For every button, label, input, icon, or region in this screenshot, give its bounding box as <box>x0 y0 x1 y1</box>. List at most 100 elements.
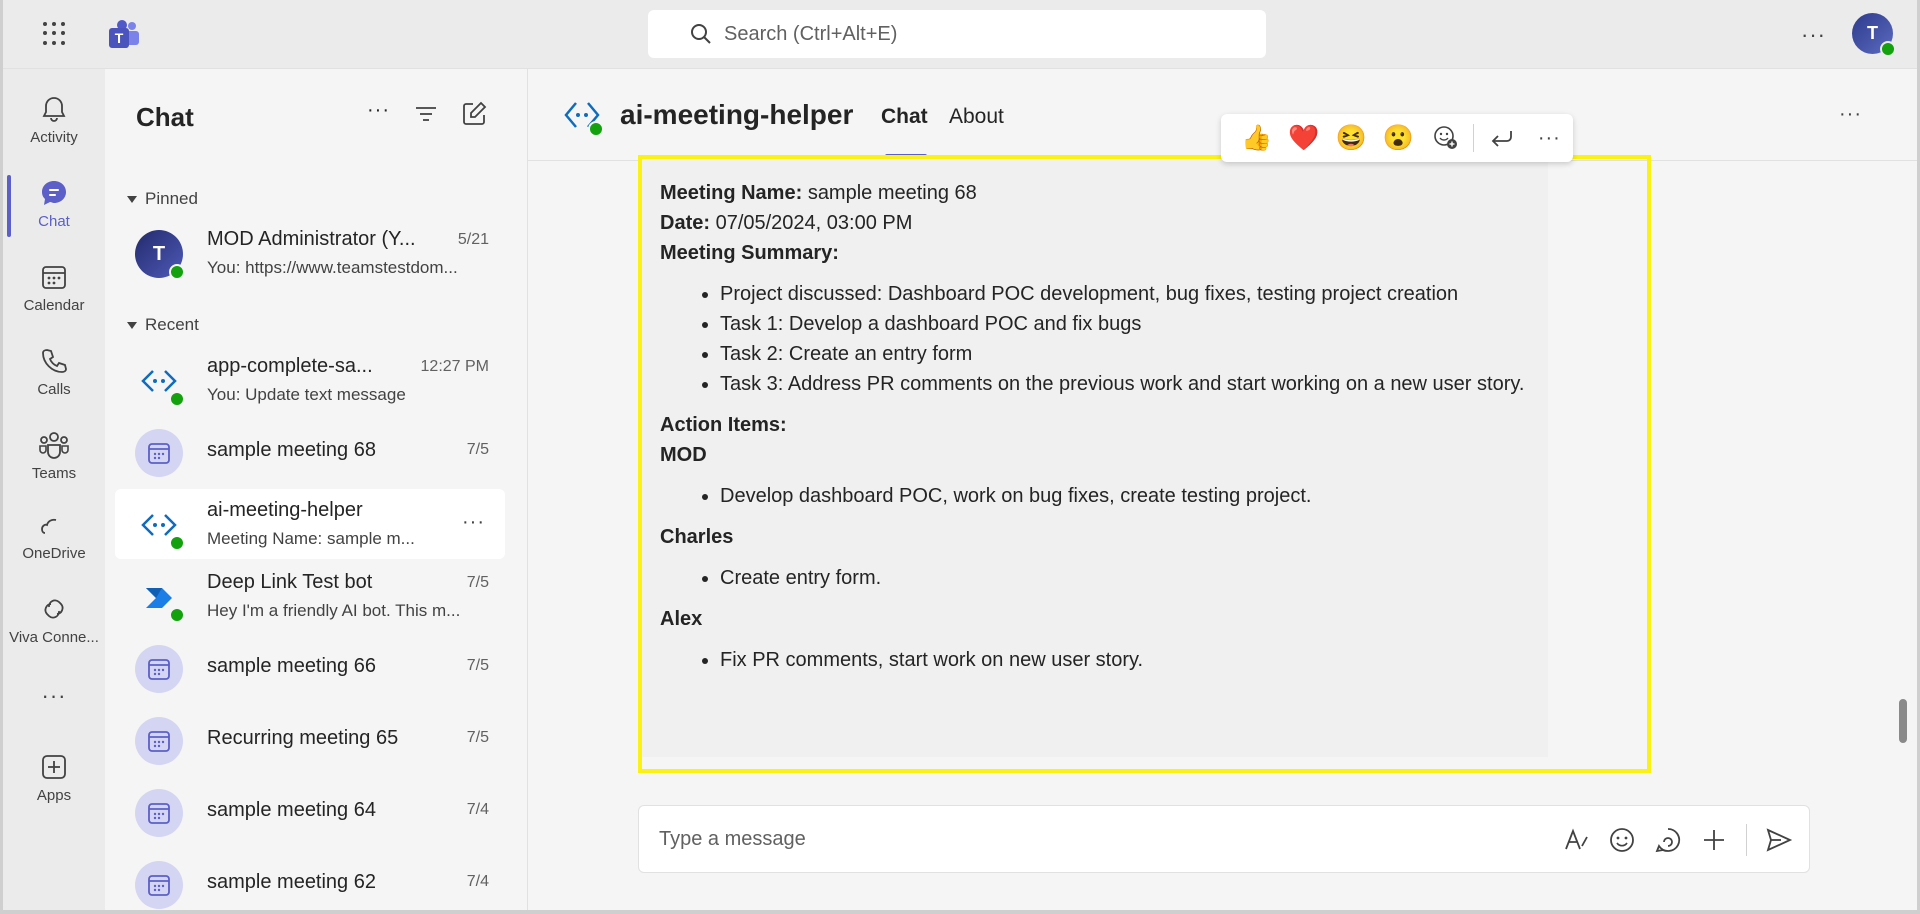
rail-viva-connections[interactable]: Viva Conne... <box>3 581 105 661</box>
chat-item-time: 5/21 <box>457 231 489 248</box>
presence-available-icon <box>588 121 604 137</box>
rail-teams[interactable]: Teams <box>3 417 105 497</box>
chat-item-recurring-meeting-65[interactable]: Recurring meeting 65 7/5 <box>115 705 505 775</box>
meeting-name-value: sample meeting 68 <box>807 182 977 204</box>
chat-item-mod-administrator[interactable]: T MOD Administrator (Y... 5/21 You: http… <box>115 218 505 288</box>
rail-more-apps[interactable]: ··· <box>3 669 105 749</box>
filter-icon[interactable] <box>415 104 437 124</box>
rail-chat[interactable]: Chat <box>3 165 105 245</box>
chat-item-preview: You: Update text message <box>207 385 406 404</box>
rail-label: Viva Conne... <box>9 629 99 646</box>
chat-item-name: ai-meeting-helper <box>207 499 363 521</box>
like-reaction-icon[interactable]: 👍 <box>1233 114 1280 162</box>
avatar <box>135 573 185 623</box>
conversation-more-icon[interactable]: ··· <box>1839 103 1862 126</box>
attach-plus-icon[interactable] <box>1700 826 1728 854</box>
chat-item-preview: Meeting Name: sample m... <box>207 529 415 548</box>
chat-item-sample-meeting-68[interactable]: sample meeting 68 7/5 <box>115 417 505 487</box>
action-item: Develop dashboard POC, work on bug fixes… <box>720 481 1526 511</box>
teams-logo-icon: T <box>107 20 141 50</box>
presence-available-icon <box>169 607 185 623</box>
search-placeholder: Search (Ctrl+Alt+E) <box>724 22 898 45</box>
chat-item-time: 7/5 <box>466 729 489 746</box>
person-heading: Charles <box>660 522 1526 552</box>
tab-about[interactable]: About <box>949 105 1004 129</box>
surprised-reaction-icon[interactable]: 😮 <box>1375 114 1422 162</box>
summary-label: Meeting Summary: <box>660 242 839 264</box>
format-icon[interactable] <box>1562 826 1590 854</box>
new-chat-icon[interactable] <box>461 101 487 127</box>
summary-item: Project discussed: Dashboard POC develop… <box>720 279 1526 309</box>
recent-section-header[interactable]: Recent <box>127 315 199 335</box>
chat-item-time: 7/4 <box>466 873 489 890</box>
chat-list-pane: Chat ··· Pinned T MOD Administrator (Y..… <box>105 69 528 910</box>
rail-label: Teams <box>31 465 77 482</box>
pinned-section-header[interactable]: Pinned <box>127 189 198 209</box>
meeting-calendar-icon <box>148 659 170 680</box>
chat-item-more-icon[interactable]: ··· <box>462 511 485 534</box>
person-name: Charles <box>660 526 734 548</box>
add-app-icon <box>42 755 66 779</box>
avatar <box>135 861 183 909</box>
laugh-reaction-icon[interactable]: 😆 <box>1328 114 1375 162</box>
tab-chat[interactable]: Chat <box>881 105 928 129</box>
teams-icon <box>39 432 69 459</box>
message-composer[interactable]: Type a message <box>638 805 1810 873</box>
rail-label: Calls <box>37 381 71 398</box>
rail-label: Apps <box>36 787 72 804</box>
action-items-heading: Action Items: <box>660 410 1526 440</box>
message-more-icon[interactable]: ··· <box>1526 114 1573 162</box>
rail-apps[interactable]: Apps <box>3 739 105 819</box>
chat-more-options-icon[interactable]: ··· <box>367 99 390 122</box>
chat-item-name: Deep Link Test bot <box>207 571 373 593</box>
chat-item-ai-meeting-helper[interactable]: ai-meeting-helper Meeting Name: sample m… <box>115 489 505 559</box>
chat-item-sample-meeting-64[interactable]: sample meeting 64 7/4 <box>115 777 505 847</box>
profile-avatar-initial: T <box>1867 23 1878 43</box>
add-reaction-icon[interactable] <box>1422 114 1469 162</box>
teams-window: T Search (Ctrl+Alt+E) ··· T Activity Cha… <box>3 0 1917 910</box>
rail-activity[interactable]: Activity <box>3 81 105 161</box>
chat-item-name: sample meeting 64 <box>207 799 376 821</box>
chat-item-time: 7/5 <box>466 574 489 591</box>
emoji-icon[interactable] <box>1608 826 1636 854</box>
summary-item: Task 1: Develop a dashboard POC and fix … <box>720 309 1526 339</box>
chat-item-time: 12:27 PM <box>420 358 489 375</box>
rail-calendar[interactable]: Calendar <box>3 249 105 329</box>
summary-item: Task 3: Address PR comments on the previ… <box>720 369 1526 399</box>
search-box[interactable]: Search (Ctrl+Alt+E) <box>648 10 1266 58</box>
presence-available-icon <box>169 391 185 407</box>
meeting-calendar-icon <box>148 803 170 824</box>
reply-icon[interactable] <box>1478 114 1525 162</box>
chat-item-preview: You: https://www.teamstestdom... <box>207 258 458 277</box>
meeting-calendar-icon <box>148 443 170 464</box>
summary-item: Task 2: Create an entry form <box>720 339 1526 369</box>
heart-reaction-icon[interactable]: ❤️ <box>1280 114 1327 162</box>
phone-icon <box>42 349 67 373</box>
top-bar: T Search (Ctrl+Alt+E) ··· T <box>3 0 1917 69</box>
bot-message[interactable]: Meeting Name: sample meeting 68 Date: 07… <box>638 154 1548 757</box>
svg-text:T: T <box>115 30 124 46</box>
rail-label: Activity <box>30 129 78 146</box>
conversation-scrollbar[interactable] <box>1899 699 1907 743</box>
chat-item-deep-link-test-bot[interactable]: Deep Link Test bot 7/5 Hey I'm a friendl… <box>115 561 505 631</box>
rail-label: Calendar <box>23 297 85 314</box>
profile-avatar[interactable]: T <box>1852 13 1896 57</box>
avatar <box>135 717 183 765</box>
chat-item-sample-meeting-62[interactable]: sample meeting 62 7/4 <box>115 849 505 910</box>
chat-item-time: 7/4 <box>466 801 489 818</box>
avatar: T <box>135 230 185 280</box>
chat-item-time: 7/5 <box>466 657 489 674</box>
send-icon[interactable] <box>1765 826 1793 854</box>
presence-available-icon <box>1880 41 1896 57</box>
date-value: 07/05/2024, 03:00 PM <box>715 212 913 234</box>
app-launcher-icon[interactable] <box>43 22 67 46</box>
loop-component-icon[interactable] <box>1654 826 1682 854</box>
settings-more-icon[interactable]: ··· <box>1801 22 1826 48</box>
chat-item-app-complete[interactable]: app-complete-sa... 12:27 PM You: Update … <box>115 345 505 415</box>
chat-item-sample-meeting-66[interactable]: sample meeting 66 7/5 <box>115 633 505 703</box>
avatar <box>135 645 183 693</box>
rail-calls[interactable]: Calls <box>3 333 105 413</box>
rail-onedrive[interactable]: OneDrive <box>3 501 105 581</box>
presence-available-icon <box>169 535 185 551</box>
chat-item-name: Recurring meeting 65 <box>207 727 399 749</box>
